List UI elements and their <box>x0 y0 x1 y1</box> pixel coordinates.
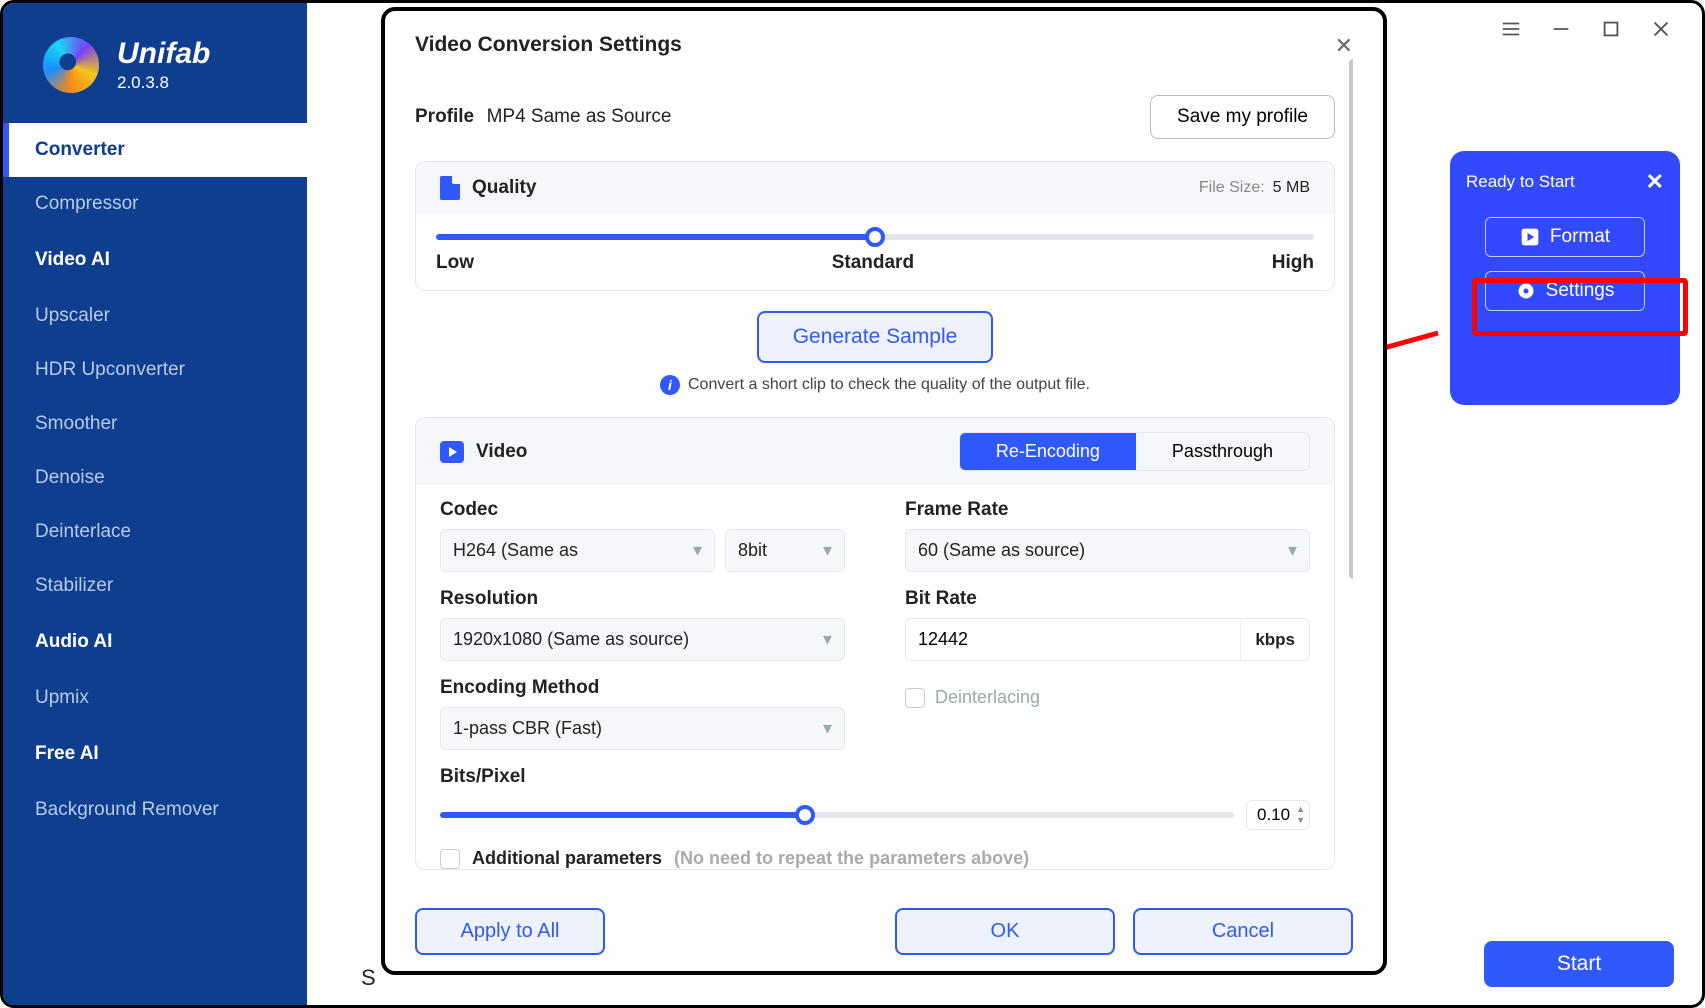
quality-card: Quality File Size:5 MB Low Standard High <box>415 161 1335 291</box>
play-square-icon <box>1520 227 1540 247</box>
apply-to-all-button[interactable]: Apply to All <box>415 908 605 955</box>
modal-scrollbar[interactable] <box>1349 59 1353 579</box>
minimize-button[interactable] <box>1550 18 1572 40</box>
resolution-label: Resolution <box>440 588 845 610</box>
deinterlacing-label: Deinterlacing <box>935 687 1040 708</box>
encmethod-label: Encoding Method <box>440 677 845 699</box>
additional-params-hint: (No need to repeat the parameters above) <box>674 848 1029 869</box>
video-icon <box>440 441 464 463</box>
modal-title: Video Conversion Settings <box>415 33 682 57</box>
hamburger-icon[interactable] <box>1500 18 1522 40</box>
sidebar-item-smoother[interactable]: Smoother <box>3 397 307 451</box>
quality-slider[interactable] <box>436 234 1314 240</box>
codec-select[interactable]: H264 (Same as▾ <box>440 529 715 572</box>
sidebar-item-hdr-upconverter[interactable]: HDR Upconverter <box>3 343 307 397</box>
gear-icon <box>1516 281 1536 301</box>
sidebar-item-converter[interactable]: Converter <box>3 123 307 177</box>
task-status: Ready to Start <box>1466 172 1575 192</box>
video-card: Video Re-Encoding Passthrough Codec H264… <box>415 417 1335 870</box>
sidebar-item-upmix[interactable]: Upmix <box>3 671 307 725</box>
sidebar-item-compressor[interactable]: Compressor <box>3 177 307 231</box>
bitrate-input-group: kbps <box>905 618 1310 661</box>
task-close-icon[interactable]: ✕ <box>1646 169 1664 195</box>
bitspixel-stepper[interactable]: 0.10 ▲ ▼ <box>1246 800 1310 830</box>
quality-tick-standard: Standard <box>832 252 914 274</box>
profile-label: Profile <box>415 106 474 127</box>
save-profile-button[interactable]: Save my profile <box>1150 95 1335 139</box>
resolution-select[interactable]: 1920x1080 (Same as source)▾ <box>440 618 845 661</box>
start-button[interactable]: Start <box>1484 941 1674 987</box>
app-logo-icon <box>43 37 99 93</box>
video-mode-segment: Re-Encoding Passthrough <box>959 432 1310 471</box>
encmethod-select[interactable]: 1-pass CBR (Fast)▾ <box>440 707 845 750</box>
brand-version: 2.0.3.8 <box>117 73 210 93</box>
framerate-label: Frame Rate <box>905 499 1310 521</box>
video-title: Video <box>476 441 527 463</box>
settings-button[interactable]: Settings <box>1485 271 1645 311</box>
sample-hint: Convert a short clip to check the qualit… <box>688 376 1090 394</box>
bitdepth-select[interactable]: 8bit▾ <box>725 529 845 572</box>
profile-value: MP4 Same as Source <box>487 106 672 127</box>
sidebar: Unifab 2.0.3.8 Converter Compressor Vide… <box>3 3 307 1005</box>
bitrate-label: Bit Rate <box>905 588 1310 610</box>
sidebar-item-denoise[interactable]: Denoise <box>3 451 307 505</box>
bitspixel-value: 0.10 <box>1257 805 1290 825</box>
quality-title: Quality <box>472 177 536 199</box>
stepper-down-icon[interactable]: ▼ <box>1296 816 1305 825</box>
quality-tick-high: High <box>1272 252 1314 274</box>
bitspixel-slider[interactable] <box>440 812 1234 818</box>
quality-tick-low: Low <box>436 252 474 274</box>
quality-slider-thumb[interactable] <box>865 227 885 247</box>
sidebar-item-upscaler[interactable]: Upscaler <box>3 289 307 343</box>
format-button-label: Format <box>1550 226 1610 248</box>
brand-name: Unifab <box>117 37 210 71</box>
stepper-up-icon[interactable]: ▲ <box>1296 805 1305 814</box>
bitrate-unit: kbps <box>1240 620 1309 660</box>
bitspixel-label: Bits/Pixel <box>440 766 1310 788</box>
additional-params-label: Additional parameters <box>472 848 662 869</box>
ok-button[interactable]: OK <box>895 908 1115 955</box>
sidebar-item-background-remover[interactable]: Background Remover <box>3 783 307 837</box>
settings-modal: Video Conversion Settings ✕ Profile MP4 … <box>381 7 1387 975</box>
background-letter: S <box>361 965 376 991</box>
file-size-label: File Size:5 MB <box>1199 179 1310 197</box>
tab-passthrough[interactable]: Passthrough <box>1136 433 1309 470</box>
info-icon: i <box>660 375 680 395</box>
sidebar-heading-free-ai: Free AI <box>3 725 307 783</box>
sidebar-item-stabilizer[interactable]: Stabilizer <box>3 559 307 613</box>
cancel-button[interactable]: Cancel <box>1133 908 1353 955</box>
modal-close-icon[interactable]: ✕ <box>1335 33 1353 59</box>
codec-label: Codec <box>440 499 845 521</box>
generate-sample-button[interactable]: Generate Sample <box>757 311 994 363</box>
sidebar-item-deinterlace[interactable]: Deinterlace <box>3 505 307 559</box>
bitspixel-slider-thumb[interactable] <box>795 805 815 825</box>
maximize-button[interactable] <box>1600 18 1622 40</box>
tab-re-encoding[interactable]: Re-Encoding <box>960 433 1136 470</box>
additional-params-checkbox[interactable] <box>440 849 460 869</box>
file-icon <box>440 176 460 200</box>
close-window-button[interactable] <box>1650 18 1672 40</box>
task-panel: Ready to Start ✕ Format Settings <box>1450 151 1680 405</box>
bitrate-input[interactable] <box>906 619 1240 660</box>
sidebar-heading-video-ai: Video AI <box>3 231 307 289</box>
sidebar-heading-audio-ai: Audio AI <box>3 613 307 671</box>
format-button[interactable]: Format <box>1485 217 1645 257</box>
deinterlacing-checkbox[interactable] <box>905 688 925 708</box>
framerate-select[interactable]: 60 (Same as source)▾ <box>905 529 1310 572</box>
settings-button-label: Settings <box>1546 280 1615 302</box>
